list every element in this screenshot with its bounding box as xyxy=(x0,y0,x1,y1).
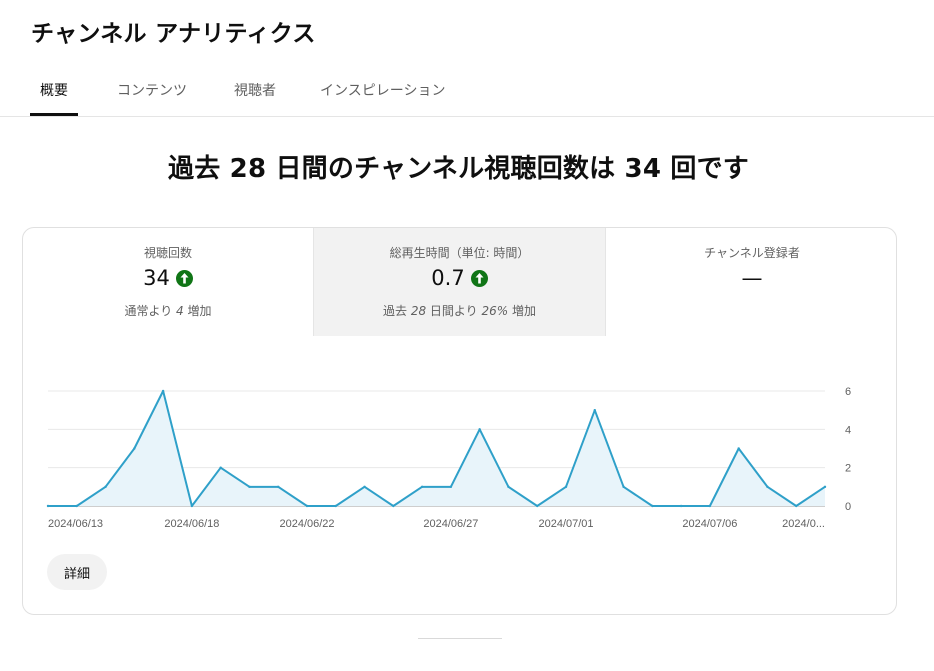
page-title: チャンネル アナリティクス xyxy=(31,21,316,47)
details-button[interactable]: 詳細 xyxy=(47,554,107,590)
metric-label: チャンネル登録者 xyxy=(704,246,800,260)
data-point xyxy=(795,504,798,508)
data-point xyxy=(766,485,769,489)
data-point xyxy=(507,485,510,489)
y-tick-label: 4 xyxy=(845,424,851,436)
data-point xyxy=(823,485,827,489)
data-point xyxy=(622,485,625,489)
x-tick-label: 2024/06/22 xyxy=(279,518,334,530)
x-tick-label: 2024/06/27 xyxy=(423,518,478,530)
tab-audience[interactable]: 視聴者 xyxy=(234,66,276,116)
metric-watch-time[interactable]: 総再生時間（単位: 時間） 0.7 過去 28 日間より 26% 増加 xyxy=(314,228,606,336)
summary-headline: 過去 28 日間のチャンネル視聴回数は 34 回です xyxy=(168,154,749,184)
data-point xyxy=(46,504,50,508)
data-point xyxy=(334,504,337,508)
data-point xyxy=(478,428,481,431)
data-point xyxy=(564,485,568,489)
x-tick-label: 2024/06/18 xyxy=(164,518,219,530)
data-point xyxy=(392,504,395,508)
data-point xyxy=(190,504,194,508)
views-chart: 0 2 4 6 2024/06/13 2024/06/18 2024/06/22 2024/0… xyxy=(23,336,896,536)
data-point xyxy=(593,408,596,412)
data-point xyxy=(449,485,453,489)
tab-overview[interactable]: 概要 xyxy=(30,66,78,116)
metric-label: 視聴回数 xyxy=(143,246,192,260)
y-tick-label: 6 xyxy=(845,386,851,398)
metric-value: 0.7 xyxy=(431,266,465,290)
data-point xyxy=(708,504,712,508)
chart-svg: 0 2 4 6 2024/06/13 2024/06/18 2024/06/22 2024/0… xyxy=(46,386,851,530)
data-point xyxy=(219,466,222,469)
divider xyxy=(418,638,502,639)
analytics-card: 視聴回数 34 通常より 4 増加 総再生時間（単位: 時間） 0.7 過去 2… xyxy=(22,227,897,615)
x-tick-label: 2024/07/06 xyxy=(682,518,737,530)
tab-content[interactable]: コンテンツ xyxy=(117,66,187,116)
data-point xyxy=(248,485,251,489)
series-area xyxy=(48,391,825,506)
data-point xyxy=(277,485,280,489)
y-tick-label: 2 xyxy=(845,463,851,475)
arrow-up-icon xyxy=(470,269,488,287)
x-tick-label: 2024/07/01 xyxy=(538,518,593,530)
x-tick-label: 2024/0... xyxy=(782,518,825,530)
data-point xyxy=(420,485,424,489)
data-point xyxy=(536,504,539,508)
data-point xyxy=(133,447,136,450)
data-point xyxy=(363,485,366,489)
metric-comparison: 通常より 4 増加 xyxy=(124,304,212,318)
metric-views[interactable]: 視聴回数 34 通常より 4 増加 xyxy=(23,228,314,336)
arrow-up-icon xyxy=(175,269,193,287)
metric-value: 34 xyxy=(143,266,170,290)
data-point xyxy=(737,447,740,450)
data-point xyxy=(75,504,78,508)
metric-value: — xyxy=(741,266,763,290)
y-tick-label: 0 xyxy=(845,501,851,513)
data-point xyxy=(679,504,683,508)
tab-bar: 概要 コンテンツ 視聴者 インスピレーション xyxy=(0,66,934,117)
data-point xyxy=(161,389,165,393)
x-tick-label: 2024/06/13 xyxy=(48,518,103,530)
tab-inspiration[interactable]: インスピレーション xyxy=(320,66,445,116)
metric-comparison: 過去 28 日間より 26% 増加 xyxy=(383,304,536,318)
data-point xyxy=(651,504,654,508)
metric-subscribers[interactable]: チャンネル登録者 — xyxy=(606,228,896,336)
data-point xyxy=(104,485,107,489)
data-point xyxy=(305,504,309,508)
metric-label: 総再生時間（単位: 時間） xyxy=(389,246,530,260)
